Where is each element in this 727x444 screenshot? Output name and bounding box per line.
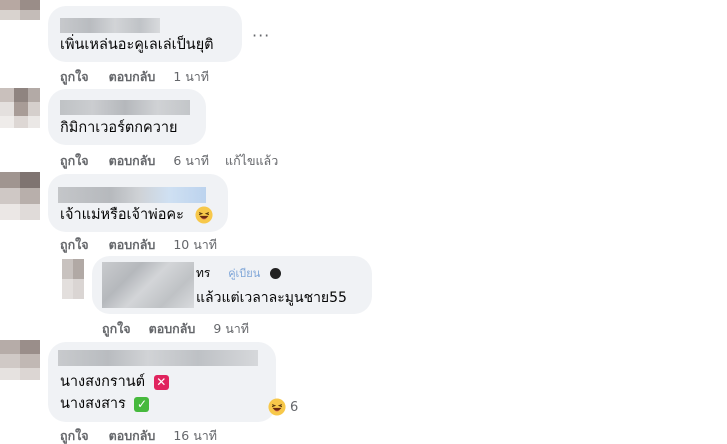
emoji-icon: [270, 268, 282, 279]
comment-text: กิมิกาเวอร์ตกควาย: [60, 120, 178, 136]
comment-text: เจ้าแม่หรือเจ้าพ่อคะ: [60, 205, 213, 225]
reply-button[interactable]: ตอบกลับ: [109, 67, 156, 87]
avatar[interactable]: [62, 259, 84, 299]
check-mark-icon: ✓: [134, 396, 150, 412]
avatar[interactable]: [0, 172, 40, 220]
like-button[interactable]: ถูกใจ: [60, 426, 89, 444]
reply-text: แล้วแต่เวลาละมูนชาย55: [196, 290, 347, 306]
reply-button[interactable]: ตอบกลับ: [109, 235, 156, 255]
comment-actions: ถูกใจ ตอบกลับ 10 นาที: [60, 235, 217, 255]
reply-button[interactable]: ตอบกลับ: [109, 151, 156, 171]
like-button[interactable]: ถูกใจ: [102, 319, 131, 339]
more-options-button[interactable]: ···: [252, 26, 270, 45]
blurred-author-name: [60, 100, 190, 115]
like-button[interactable]: ถูกใจ: [60, 67, 89, 87]
comment-actions: ถูกใจ ตอบกลับ 16 นาที: [60, 426, 217, 444]
comment-text-line-2: นางสงสาร ✓: [60, 394, 150, 414]
laughing-face-icon: [268, 398, 286, 416]
laughing-face-icon: [194, 206, 213, 224]
timestamp[interactable]: 16 นาที: [173, 426, 217, 444]
reaction-summary[interactable]: 6: [268, 398, 298, 416]
reaction-count: 6: [290, 399, 299, 415]
avatar[interactable]: [0, 0, 40, 20]
reply-actions: ถูกใจ ตอบกลับ 9 นาที: [102, 319, 249, 339]
reply-partial-header: ทร คู่เบียน: [196, 264, 282, 283]
blurred-author-name: [58, 350, 258, 366]
like-button[interactable]: ถูกใจ: [60, 235, 89, 255]
like-button[interactable]: ถูกใจ: [60, 151, 89, 171]
comment-actions: ถูกใจ ตอบกลับ 1 นาที: [60, 67, 209, 87]
timestamp[interactable]: 1 นาที: [173, 67, 209, 87]
comment-text: เพิ่นเหล่นอะคูเลเล่เป็นยุติ: [60, 37, 214, 53]
blurred-author-name: [60, 18, 160, 33]
timestamp[interactable]: 10 นาที: [173, 235, 217, 255]
blurred-author-name: [58, 187, 206, 203]
avatar[interactable]: [0, 88, 40, 128]
cross-mark-icon: ✕: [153, 374, 169, 390]
comment-actions: ถูกใจ ตอบกลับ 6 นาที แก้ไขแล้ว: [60, 151, 278, 171]
comment-text-line-1: นางสงกรานต์ ✕: [60, 372, 169, 392]
edited-label: แก้ไขแล้ว: [225, 153, 279, 168]
reply-button[interactable]: ตอบกลับ: [149, 319, 196, 339]
reply-button[interactable]: ตอบกลับ: [109, 426, 156, 444]
timestamp[interactable]: 6 นาที: [173, 151, 209, 171]
avatar[interactable]: [0, 340, 40, 380]
timestamp[interactable]: 9 นาที: [213, 319, 249, 339]
author-badge: คู่เบียน: [228, 267, 261, 280]
blurred-author-avatar-block: [102, 262, 194, 308]
